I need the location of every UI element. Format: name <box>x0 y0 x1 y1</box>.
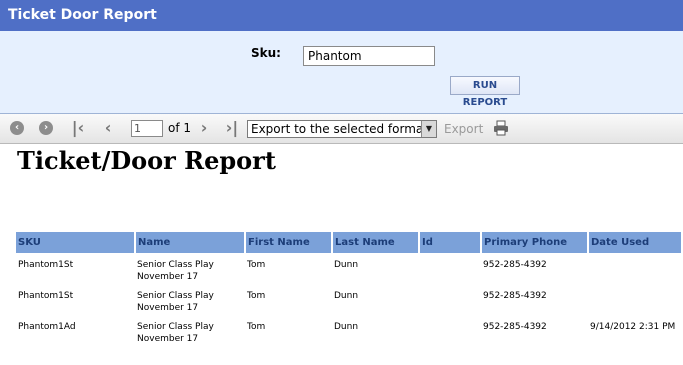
cell-primary-phone: 952-285-4392 <box>483 260 547 270</box>
report-title: Ticket/Door Report <box>17 146 276 175</box>
previous-page-icon[interactable]: ‹ <box>100 120 116 136</box>
dropdown-arrow-icon[interactable]: ▼ <box>421 121 436 137</box>
cell-primary-phone: 952-285-4392 <box>483 322 547 332</box>
cell-date-used: 9/14/2012 2:31 PM <box>590 322 676 332</box>
sku-label: Sku: <box>251 46 281 60</box>
cell-name: Senior Class Play November 17 <box>137 260 214 282</box>
table-row: Phantom1St Senior Class Play November 17… <box>16 253 682 284</box>
column-header-first-name: First Name <box>245 232 333 253</box>
cell-sku: Phantom1St <box>18 260 74 270</box>
sku-input[interactable]: Phantom <box>303 46 435 66</box>
column-header-last-name: Last Name <box>332 232 420 253</box>
first-page-icon[interactable]: |‹ <box>70 120 86 136</box>
cell-first-name: Tom <box>247 322 266 332</box>
export-format-select[interactable]: Export to the selected format ▼ <box>247 120 437 138</box>
cell-id <box>419 315 481 346</box>
table-header-row: SKU Name First Name Last Name Id Primary… <box>16 232 683 253</box>
cell-id <box>419 284 481 315</box>
cell-first-name: Tom <box>247 291 266 301</box>
next-page-icon[interactable]: › <box>196 120 212 136</box>
cell-date-used <box>588 284 682 315</box>
cell-last-name: Dunn <box>334 291 359 301</box>
cell-date-used <box>588 253 682 284</box>
export-link[interactable]: Export <box>444 122 483 136</box>
print-icon[interactable] <box>493 120 509 136</box>
cell-last-name: Dunn <box>334 260 359 270</box>
report-toolbar: ‹ › |‹ ‹ 1 of 1 › ›| Export to the selec… <box>0 114 683 144</box>
column-header-id: Id <box>419 232 482 253</box>
column-header-name: Name <box>135 232 246 253</box>
cell-primary-phone: 952-285-4392 <box>483 291 547 301</box>
cell-sku: Phantom1St <box>18 291 74 301</box>
forward-icon[interactable]: › <box>38 120 54 136</box>
export-format-value: Export to the selected format <box>251 122 428 136</box>
cell-name: Senior Class Play November 17 <box>137 291 214 313</box>
column-header-primary-phone: Primary Phone <box>481 232 589 253</box>
cell-first-name: Tom <box>247 260 266 270</box>
column-header-date-used: Date Used <box>588 232 683 253</box>
table-row: Phantom1Ad Senior Class Play November 17… <box>16 315 682 346</box>
report-table: SKU Name First Name Last Name Id Primary… <box>16 232 683 346</box>
last-page-icon[interactable]: ›| <box>224 120 240 136</box>
back-icon[interactable]: ‹ <box>9 120 25 136</box>
parameter-panel: Sku: Phantom RUN REPORT <box>0 31 683 114</box>
run-report-button[interactable]: RUN REPORT <box>450 76 520 108</box>
cell-sku: Phantom1Ad <box>18 322 76 332</box>
page-number-input[interactable]: 1 <box>131 120 163 137</box>
window-title: Ticket Door Report <box>0 0 683 31</box>
page-count-label: of 1 <box>168 121 192 135</box>
column-header-sku: SKU <box>16 232 136 253</box>
cell-name: Senior Class Play November 17 <box>137 322 214 344</box>
cell-last-name: Dunn <box>334 322 359 332</box>
cell-id <box>419 253 481 284</box>
table-row: Phantom1St Senior Class Play November 17… <box>16 284 682 315</box>
